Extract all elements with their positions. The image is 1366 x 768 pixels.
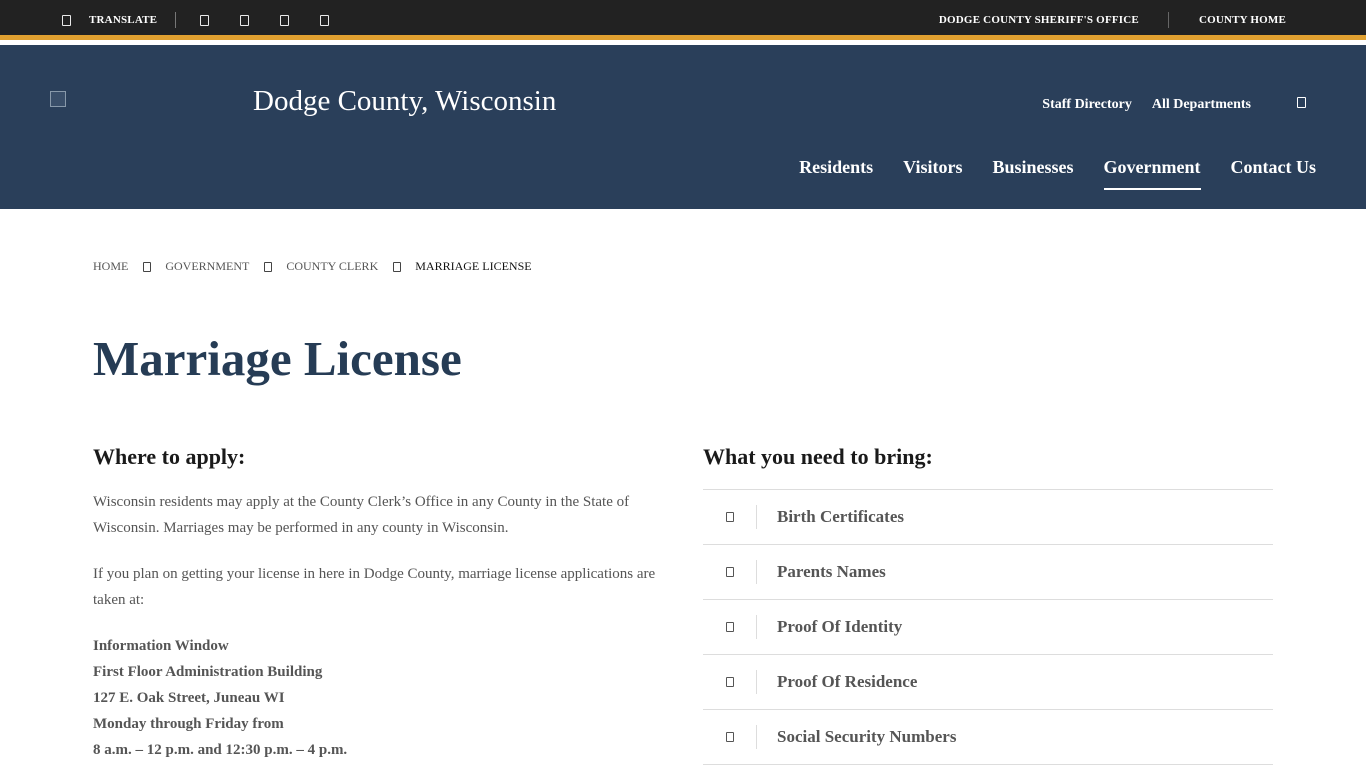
site-title[interactable]: Dodge County, Wisconsin bbox=[253, 85, 556, 118]
address-line: 8 a.m. – 12 p.m. and 12:30 p.m. – 4 p.m. bbox=[93, 742, 348, 758]
page-title: Marriage License bbox=[93, 331, 462, 386]
plus-icon bbox=[703, 725, 757, 749]
nav-contact-us[interactable]: Contact Us bbox=[1231, 157, 1317, 190]
chevron-right-icon bbox=[264, 261, 273, 272]
chevron-right-icon bbox=[143, 261, 152, 272]
plus-icon bbox=[703, 670, 757, 694]
where-to-apply-section: Where to apply: Wisconsin residents may … bbox=[93, 444, 658, 763]
requirements-accordion: Birth Certificates Parents Names Proof O… bbox=[703, 489, 1273, 765]
apply-paragraph-2: If you plan on getting your license in h… bbox=[93, 566, 656, 608]
chevron-right-icon bbox=[393, 261, 402, 272]
site-header: Dodge County, Wisconsin Staff Directory … bbox=[0, 45, 1366, 209]
top-right-links: DODGE COUNTY SHERIFF'S OFFICE COUNTY HOM… bbox=[939, 0, 1286, 40]
address-line: 127 E. Oak Street, Juneau WI bbox=[93, 690, 285, 706]
search-icon bbox=[1297, 97, 1306, 108]
plus-icon bbox=[703, 560, 757, 584]
social-links bbox=[200, 10, 360, 30]
nav-businesses[interactable]: Businesses bbox=[992, 157, 1073, 190]
plus-icon bbox=[703, 615, 757, 639]
address-block: Information Window First Floor Administr… bbox=[93, 633, 658, 763]
what-to-bring-section: What you need to bring: Birth Certificat… bbox=[703, 444, 1273, 765]
divider bbox=[175, 12, 177, 28]
accordion-item-social-security-numbers[interactable]: Social Security Numbers bbox=[703, 710, 1273, 765]
all-departments-link[interactable]: All Departments bbox=[1152, 97, 1251, 113]
header-utility-links: Staff Directory All Departments bbox=[1042, 97, 1306, 113]
search-button[interactable] bbox=[1297, 97, 1306, 113]
nav-visitors[interactable]: Visitors bbox=[903, 157, 962, 190]
twitter-icon[interactable] bbox=[240, 10, 280, 30]
accordion-label: Proof Of Residence bbox=[777, 672, 918, 691]
breadcrumb: HOME GOVERNMENT COUNTY CLERK MARRIAGE LI… bbox=[93, 259, 532, 274]
address-line: First Floor Administration Building bbox=[93, 664, 323, 680]
translate-label: TRANSLATE bbox=[89, 14, 158, 26]
accordion-item-proof-of-identity[interactable]: Proof Of Identity bbox=[703, 600, 1273, 655]
breadcrumb-home[interactable]: HOME bbox=[93, 259, 128, 274]
breadcrumb-current: MARRIAGE LICENSE bbox=[415, 259, 532, 273]
staff-directory-link[interactable]: Staff Directory bbox=[1042, 97, 1132, 113]
top-utility-bar: TRANSLATE DODGE COUNTY SHERIFF'S OFFICE … bbox=[0, 0, 1366, 40]
sheriff-office-link[interactable]: DODGE COUNTY SHERIFF'S OFFICE bbox=[939, 14, 1139, 26]
breadcrumb-government[interactable]: GOVERNMENT bbox=[165, 259, 249, 274]
instagram-icon[interactable] bbox=[320, 10, 360, 30]
top-left-group: TRANSLATE bbox=[62, 0, 360, 40]
accordion-item-proof-of-residence[interactable]: Proof Of Residence bbox=[703, 655, 1273, 710]
accordion-label: Social Security Numbers bbox=[777, 727, 957, 746]
apply-paragraph-1: Wisconsin residents may apply at the Cou… bbox=[93, 494, 630, 536]
accordion-label: Birth Certificates bbox=[777, 507, 904, 526]
youtube-icon[interactable] bbox=[280, 10, 320, 30]
county-home-link[interactable]: COUNTY HOME bbox=[1199, 14, 1286, 26]
globe-icon bbox=[62, 14, 71, 26]
county-logo[interactable] bbox=[50, 91, 66, 107]
accordion-item-parents-names[interactable]: Parents Names bbox=[703, 545, 1273, 600]
divider bbox=[1167, 12, 1169, 28]
translate-button[interactable]: TRANSLATE bbox=[62, 14, 157, 26]
facebook-icon[interactable] bbox=[200, 10, 240, 30]
accordion-label: Proof Of Identity bbox=[777, 617, 903, 636]
breadcrumb-county-clerk[interactable]: COUNTY CLERK bbox=[286, 259, 378, 274]
accordion-label: Parents Names bbox=[777, 562, 886, 581]
accordion-item-birth-certificates[interactable]: Birth Certificates bbox=[703, 490, 1273, 545]
what-to-bring-heading: What you need to bring: bbox=[703, 444, 933, 469]
nav-government[interactable]: Government bbox=[1103, 157, 1201, 190]
address-line: Monday through Friday from bbox=[93, 716, 284, 732]
main-nav: Residents Visitors Businesses Government… bbox=[769, 157, 1316, 190]
plus-icon bbox=[703, 505, 757, 529]
nav-residents[interactable]: Residents bbox=[799, 157, 873, 190]
where-to-apply-heading: Where to apply: bbox=[93, 444, 246, 469]
address-line: Information Window bbox=[93, 638, 229, 654]
